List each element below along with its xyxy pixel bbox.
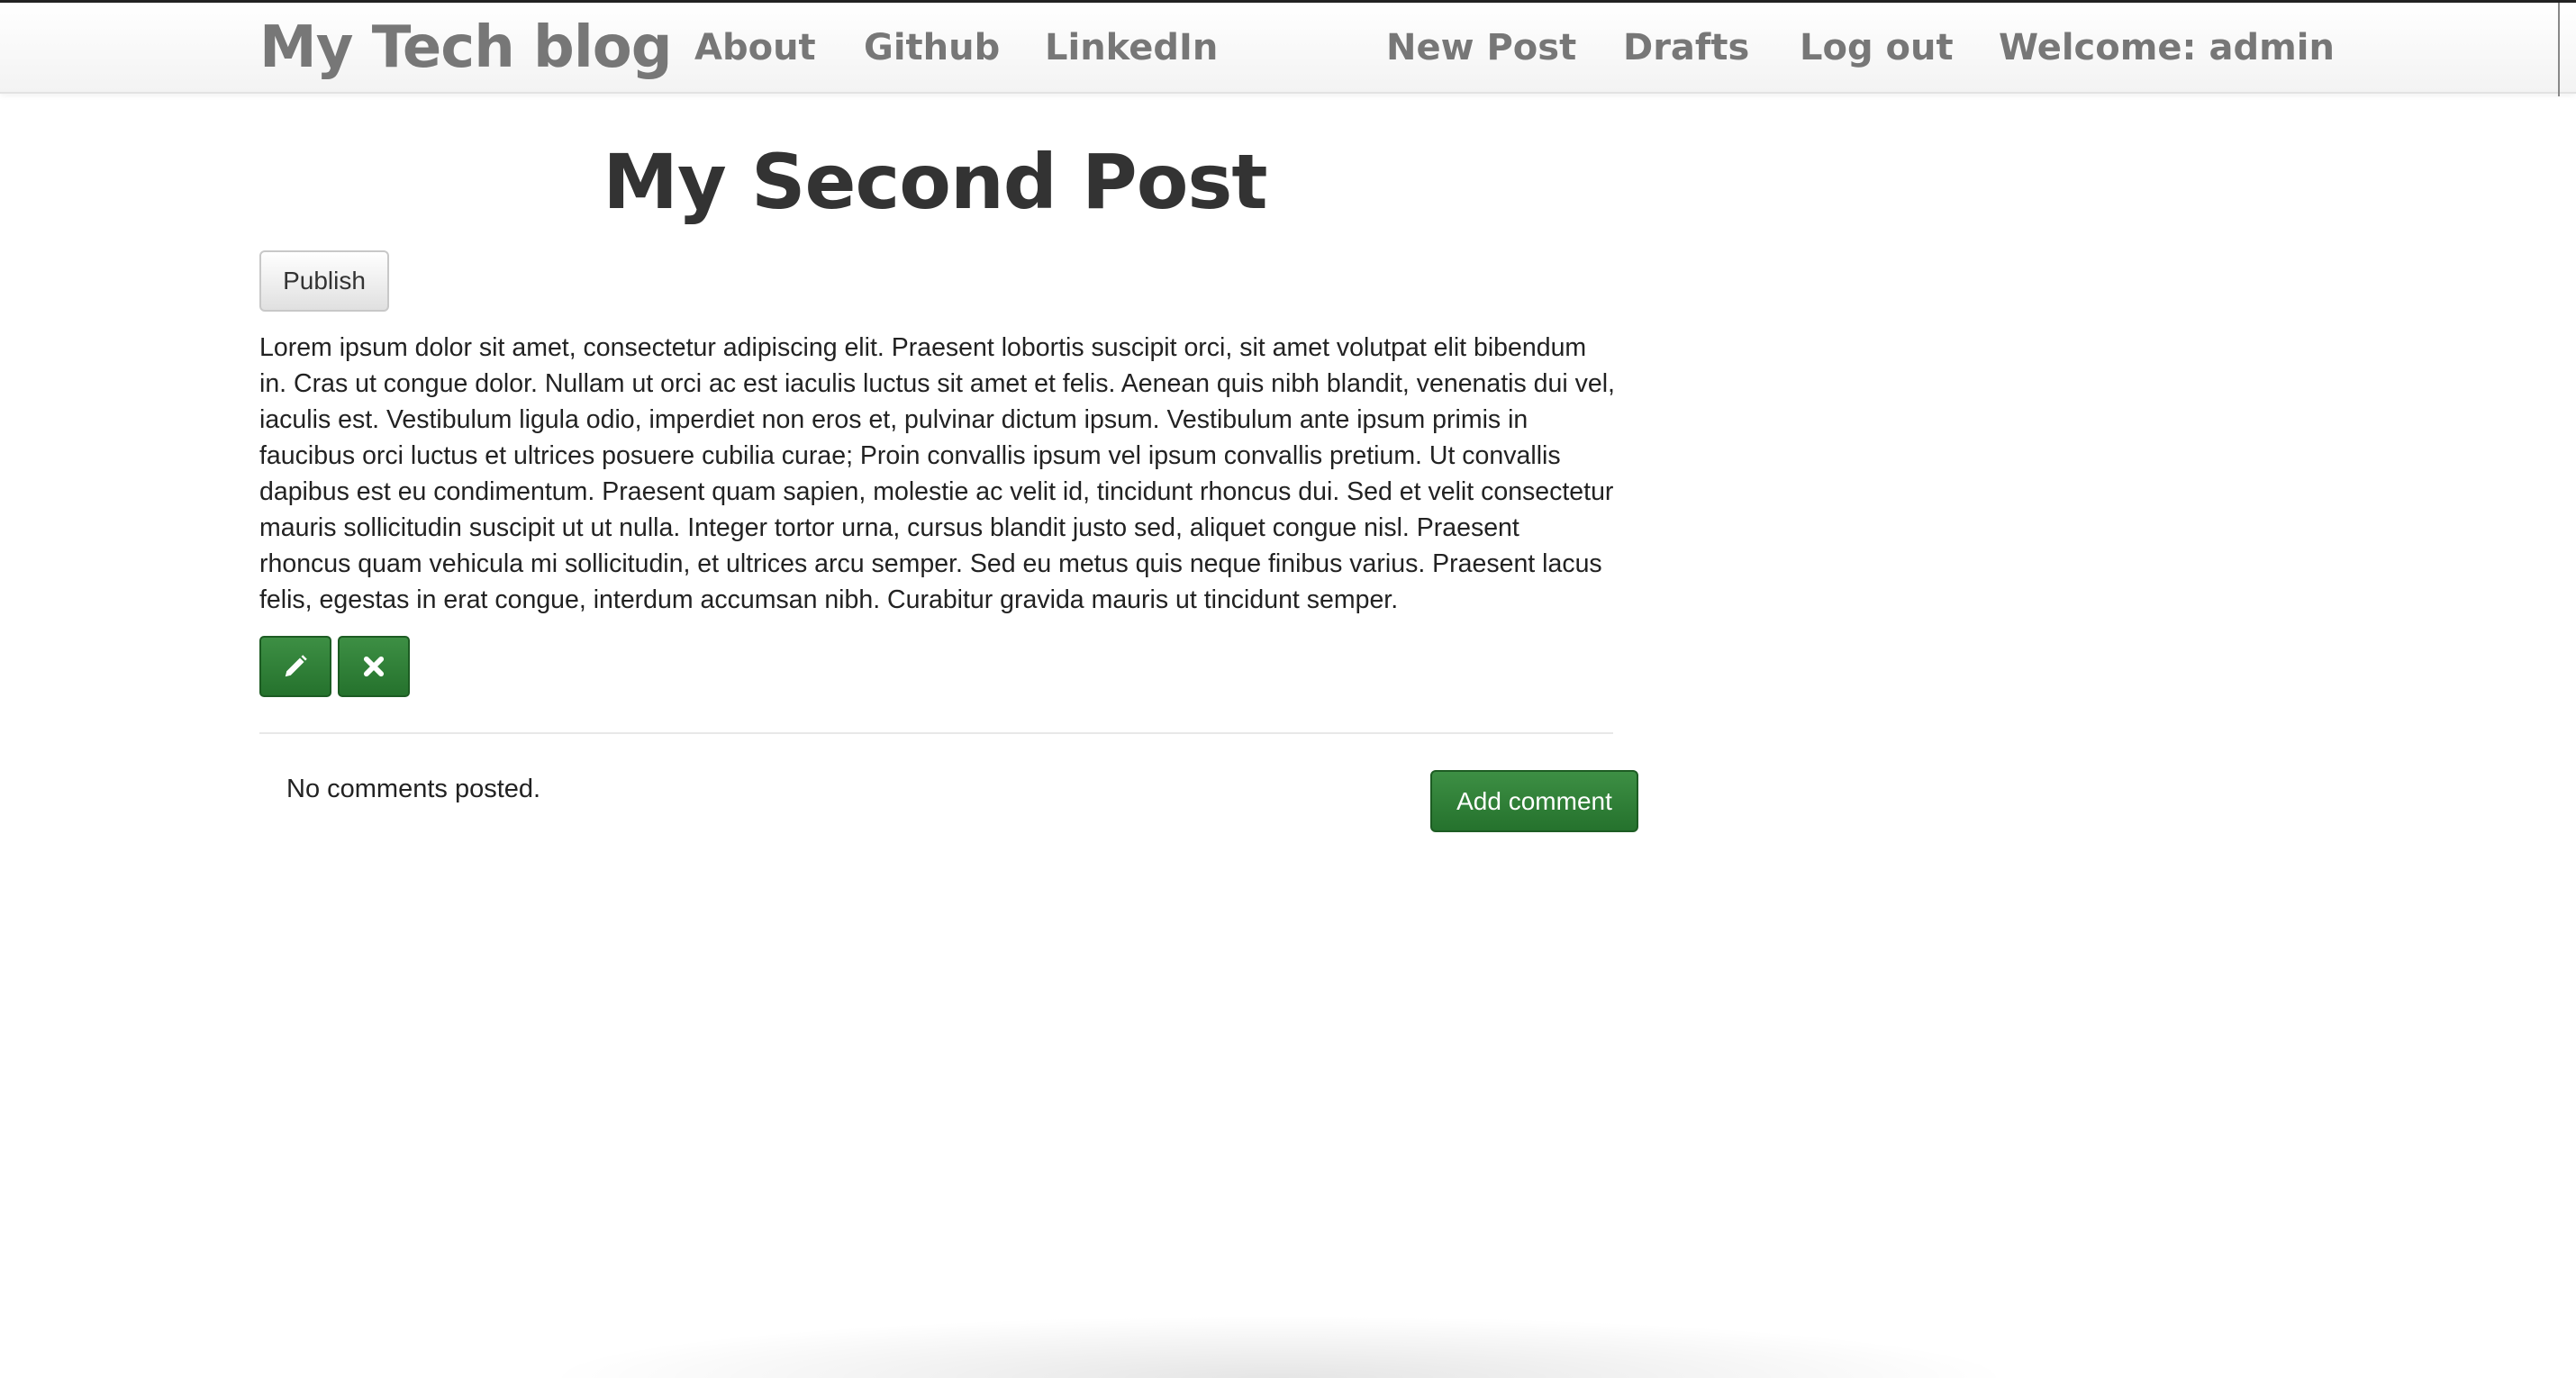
nav-link-drafts[interactable]: Drafts — [1623, 30, 1749, 66]
blog-brand-link[interactable]: My Tech blog — [259, 19, 673, 77]
window-edge-divider — [2558, 3, 2576, 96]
add-comment-button[interactable]: Add comment — [1430, 770, 1638, 832]
nav-link-linkedin[interactable]: LinkedIn — [1045, 30, 1218, 66]
publish-button[interactable]: Publish — [259, 250, 389, 312]
nav-link-log-out[interactable]: Log out — [1800, 30, 1954, 66]
top-navbar: My Tech blog About Github LinkedIn New P… — [0, 0, 2576, 96]
delete-post-button[interactable] — [338, 636, 410, 697]
footer-shadow — [540, 1315, 2018, 1378]
nav-link-about[interactable]: About — [694, 30, 816, 66]
comments-divider — [259, 732, 1613, 734]
pencil-icon — [285, 655, 307, 677]
no-comments-text: No comments posted. — [286, 775, 541, 803]
close-icon — [363, 656, 385, 677]
nav-welcome-user[interactable]: Welcome: admin — [1999, 30, 2335, 66]
nav-link-github[interactable]: Github — [864, 30, 1000, 66]
post-body: Lorem ipsum dolor sit amet, consectetur … — [259, 333, 1615, 614]
nav-link-new-post[interactable]: New Post — [1386, 30, 1576, 66]
post-title: My Second Post — [603, 138, 1267, 226]
edit-post-button[interactable] — [259, 636, 331, 697]
